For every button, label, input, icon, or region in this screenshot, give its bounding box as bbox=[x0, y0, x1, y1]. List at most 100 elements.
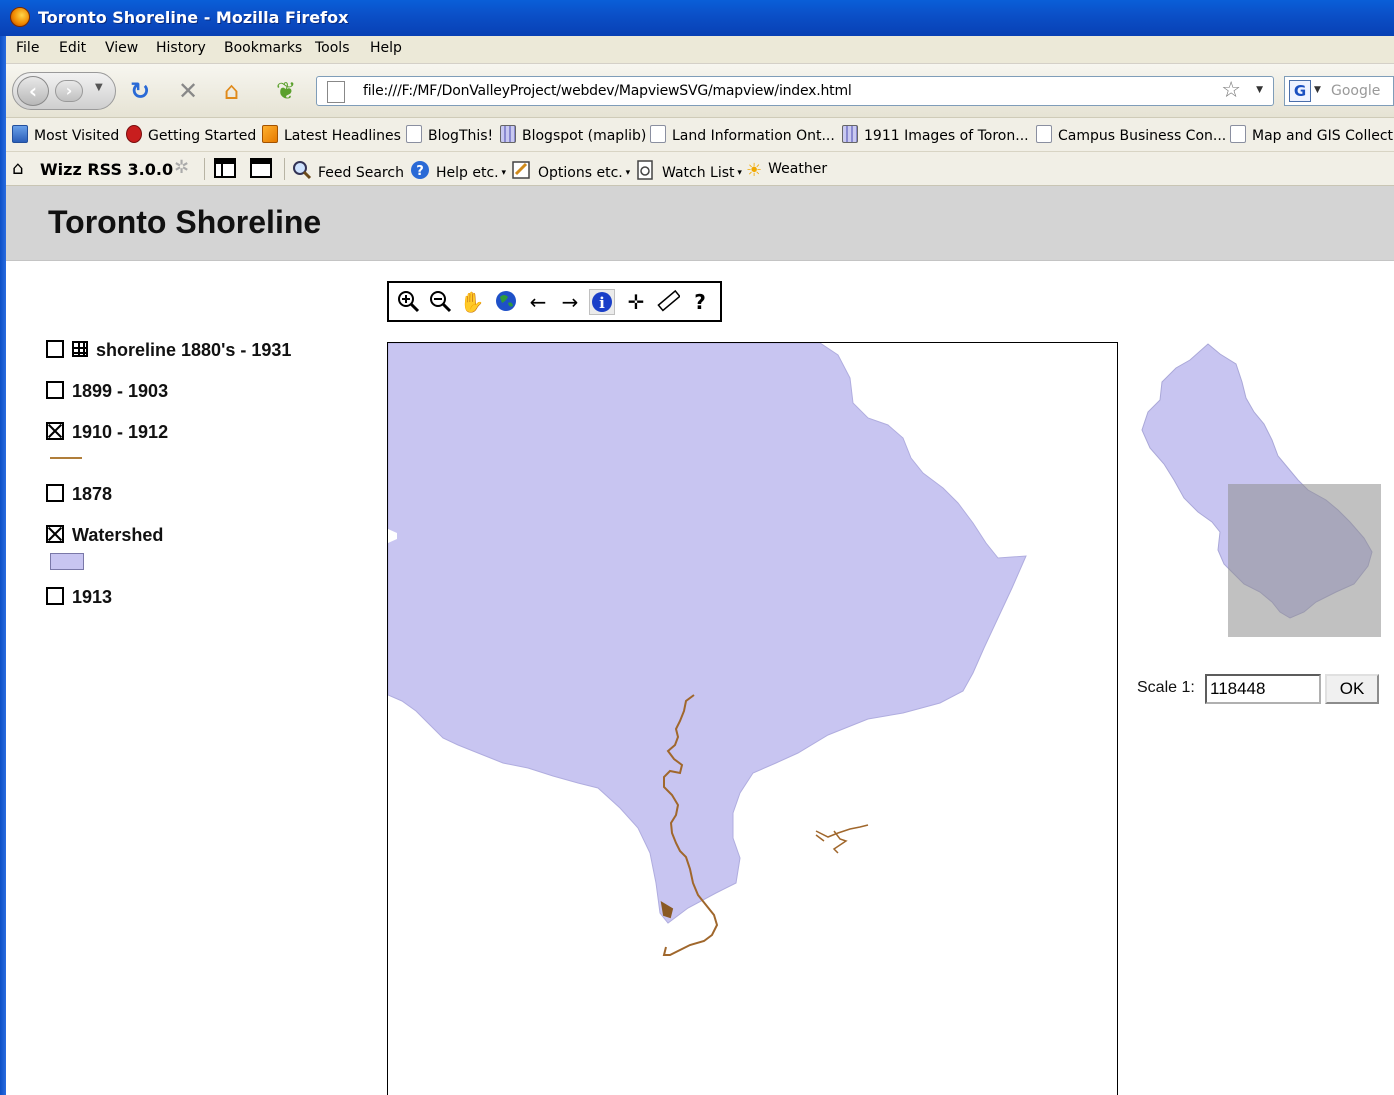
legend-swatch-1910-line bbox=[50, 457, 82, 459]
menu-bar: File Edit View History Bookmarks Tools H… bbox=[6, 36, 1394, 64]
page-icon bbox=[327, 81, 345, 103]
menu-bookmarks[interactable]: Bookmarks bbox=[224, 40, 302, 56]
bookmark-most-visited[interactable]: Most Visited bbox=[12, 125, 119, 144]
watch-list-button[interactable]: Watch List ▾ bbox=[636, 160, 742, 184]
previous-extent-arrow-icon[interactable]: ← bbox=[525, 289, 551, 315]
weather-button[interactable]: ☀ Weather bbox=[746, 160, 827, 181]
reload-icon[interactable]: ↻ bbox=[130, 78, 150, 104]
zoom-in-icon[interactable] bbox=[395, 289, 421, 315]
options-dropdown-icon: ▾ bbox=[622, 168, 631, 178]
home-icon[interactable]: ⌂ bbox=[224, 78, 239, 104]
scale-ok-button[interactable]: OK bbox=[1325, 674, 1379, 704]
map-toolbar: ✋ ← → i ✛ ? bbox=[387, 281, 722, 322]
bookmark-getting-started[interactable]: Getting Started bbox=[126, 125, 256, 144]
search-box[interactable]: G ▼ Google bbox=[1284, 76, 1394, 106]
window-icon[interactable] bbox=[250, 158, 272, 182]
page-icon bbox=[1036, 125, 1052, 143]
next-extent-arrow-icon[interactable]: → bbox=[557, 289, 583, 315]
engine-dropdown-icon[interactable]: ▼ bbox=[1314, 85, 1321, 95]
measure-ruler-icon[interactable] bbox=[655, 289, 681, 315]
options-icon bbox=[512, 160, 532, 184]
help-etc-button[interactable]: ? Help etc. ▾ bbox=[410, 160, 506, 184]
forward-button[interactable]: › bbox=[55, 80, 83, 102]
page-icon bbox=[650, 125, 666, 143]
zoom-out-icon[interactable] bbox=[427, 289, 453, 315]
help-question-icon[interactable]: ? bbox=[687, 289, 713, 315]
bookmarks-toolbar: Most Visited Getting Started Latest Head… bbox=[6, 118, 1394, 152]
help-icon: ? bbox=[410, 160, 430, 184]
legend-item-1910-1912[interactable]: 1910 - 1912 bbox=[46, 422, 168, 443]
scale-control: Scale 1: OK bbox=[1137, 673, 1387, 705]
blogspot-icon bbox=[500, 125, 516, 143]
panel-icon[interactable] bbox=[214, 158, 236, 182]
back-button[interactable]: ‹ bbox=[17, 76, 49, 106]
layer-group-grid-icon bbox=[72, 341, 88, 357]
shoreline-1910-spit[interactable] bbox=[815, 824, 869, 854]
wizz-rss-toolbar: ⌂ Wizz RSS 3.0.0 ✲ Feed Search ? Help etc… bbox=[6, 152, 1394, 186]
firefox-logo-icon bbox=[10, 7, 30, 27]
menu-tools[interactable]: Tools bbox=[315, 40, 350, 56]
url-text[interactable]: file:///F:/MF/DonValleyProject/webdev/Ma… bbox=[363, 83, 852, 99]
search-placeholder[interactable]: Google bbox=[1331, 83, 1380, 99]
info-icon[interactable]: i bbox=[589, 289, 615, 315]
layer-checkbox[interactable] bbox=[46, 484, 64, 502]
legend-item-1913[interactable]: 1913 bbox=[46, 587, 112, 608]
stop-icon[interactable]: ✕ bbox=[178, 78, 198, 104]
layer-checkbox-checked[interactable] bbox=[46, 525, 64, 543]
rss-icon bbox=[262, 125, 278, 143]
legend-item-shoreline[interactable]: shoreline 1880's - 1931 bbox=[46, 340, 291, 361]
page-icon bbox=[1230, 125, 1246, 143]
legend-item-watershed[interactable]: Watershed bbox=[46, 525, 163, 546]
scale-input[interactable] bbox=[1205, 674, 1321, 704]
full-extent-globe-icon[interactable] bbox=[493, 289, 519, 315]
menu-file[interactable]: File bbox=[16, 40, 39, 56]
bookmark-map-gis[interactable]: Map and GIS Collectio bbox=[1230, 125, 1394, 144]
svg-text:i: i bbox=[599, 294, 605, 312]
pan-hand-icon[interactable]: ✋ bbox=[459, 289, 485, 315]
options-etc-button[interactable]: Options etc. ▾ bbox=[512, 160, 630, 184]
wizz-home-icon[interactable]: ⌂ bbox=[12, 158, 23, 179]
legend-item-1899-1903[interactable]: 1899 - 1903 bbox=[46, 381, 168, 402]
separator bbox=[204, 158, 205, 180]
menu-help[interactable]: Help bbox=[370, 40, 402, 56]
window-titlebar: Toronto Shoreline - Mozilla Firefox bbox=[0, 0, 1394, 36]
map-view[interactable] bbox=[387, 342, 1118, 1095]
layer-checkbox[interactable] bbox=[46, 587, 64, 605]
wizz-title[interactable]: Wizz RSS 3.0.0 bbox=[40, 160, 173, 179]
layer-checkbox[interactable] bbox=[46, 381, 64, 399]
overview-extent-box[interactable] bbox=[1228, 484, 1381, 637]
bookmark-latest-headlines[interactable]: Latest Headlines bbox=[262, 125, 401, 144]
menu-view[interactable]: View bbox=[105, 40, 138, 56]
firefox-bookmark-icon bbox=[126, 125, 142, 143]
google-engine-icon[interactable]: G bbox=[1289, 80, 1311, 102]
overview-map[interactable] bbox=[1128, 340, 1388, 650]
page-header: Toronto Shoreline bbox=[6, 186, 1394, 261]
layer-checkbox-checked[interactable] bbox=[46, 422, 64, 440]
legend-item-1878[interactable]: 1878 bbox=[46, 484, 112, 505]
menu-edit[interactable]: Edit bbox=[59, 40, 86, 56]
loading-spinner-icon: ✲ bbox=[174, 157, 190, 178]
leaf-addon-icon[interactable]: ❦ bbox=[276, 78, 296, 104]
images-site-icon bbox=[842, 125, 858, 143]
feed-search-button[interactable]: Feed Search bbox=[292, 160, 404, 184]
center-crosshair-icon[interactable]: ✛ bbox=[623, 289, 649, 315]
bookmark-land-information[interactable]: Land Information Ont... bbox=[650, 125, 835, 144]
separator bbox=[284, 158, 285, 180]
url-dropdown-icon[interactable]: ▼ bbox=[1256, 85, 1263, 95]
svg-text:?: ? bbox=[416, 164, 424, 179]
page-title: Toronto Shoreline bbox=[48, 204, 322, 240]
address-bar[interactable]: file:///F:/MF/DonValleyProject/webdev/Ma… bbox=[316, 76, 1274, 106]
map-canvas[interactable] bbox=[388, 343, 1118, 1095]
bookmark-star-icon[interactable]: ☆ bbox=[1221, 78, 1241, 103]
bookmark-campus-business[interactable]: Campus Business Con... bbox=[1036, 125, 1226, 144]
back-forward-group: ‹ › ▼ bbox=[12, 72, 116, 110]
layer-checkbox[interactable] bbox=[46, 340, 64, 358]
history-dropdown-icon[interactable]: ▼ bbox=[95, 82, 103, 93]
menu-history[interactable]: History bbox=[156, 40, 206, 56]
bookmark-blogspot[interactable]: Blogspot (maplib) bbox=[500, 125, 646, 144]
magnifier-icon bbox=[292, 160, 312, 184]
bookmark-1911-images[interactable]: 1911 Images of Toron... bbox=[842, 125, 1029, 144]
bookmark-blogthis[interactable]: BlogThis! bbox=[406, 125, 493, 144]
watershed-polygon[interactable] bbox=[388, 343, 1027, 924]
most-visited-icon bbox=[12, 125, 28, 143]
